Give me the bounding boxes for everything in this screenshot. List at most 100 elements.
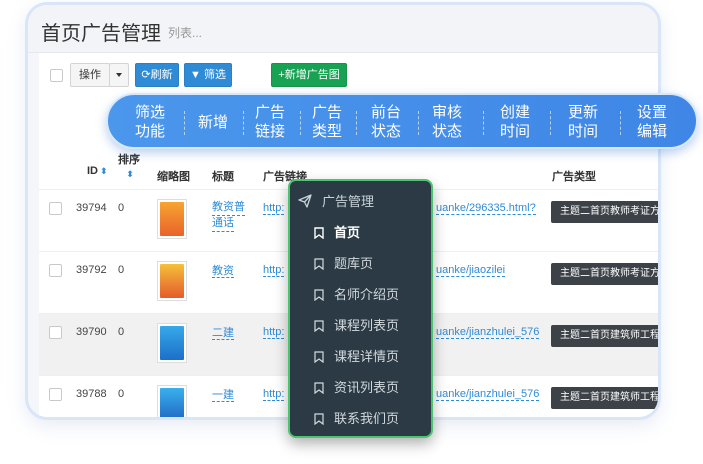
menu-item-home[interactable]: 首页	[314, 222, 360, 241]
feature-ad-link: 广告 链接	[248, 103, 292, 141]
feature-line: 审核	[431, 104, 462, 121]
row-sort: 0	[118, 202, 125, 214]
row-thumbnail[interactable]	[157, 385, 187, 417]
feature-line: 编辑	[636, 123, 667, 140]
row-link-prefix[interactable]: http:	[263, 202, 285, 215]
row-sort: 0	[118, 388, 125, 400]
filter-label: 筛选	[203, 69, 226, 81]
menu-item-course-detail[interactable]: 课程详情页	[314, 346, 399, 365]
caret-down-icon	[116, 73, 122, 78]
col-id[interactable]: ID ⬍	[87, 165, 108, 177]
feature-created-time: 创建 时间	[493, 103, 537, 141]
divider	[550, 111, 551, 135]
menu-item-label: 资讯列表页	[334, 380, 400, 395]
row-title-line: 一建	[212, 389, 234, 402]
divider	[300, 111, 301, 135]
feature-line: 前台	[370, 104, 401, 121]
divider	[620, 111, 621, 135]
select-all-checkbox[interactable]	[50, 69, 63, 82]
bookmark-icon	[314, 413, 324, 425]
filter-button[interactable]: ▼ 筛选	[184, 63, 232, 87]
row-thumbnail[interactable]	[157, 199, 187, 239]
feature-line: 时间	[567, 123, 598, 140]
feature-line: 状态	[431, 123, 462, 140]
row-title-line: 教资普	[212, 200, 245, 216]
feature-front-status: 前台 状态	[364, 103, 408, 141]
feature-line: 广告	[311, 104, 342, 121]
row-title[interactable]: 教资普 通话	[212, 200, 245, 232]
row-link[interactable]: uanke/jiaozilei	[436, 264, 506, 277]
feature-line: 筛选	[134, 104, 165, 121]
sort-icon: ⬍	[100, 166, 108, 176]
col-id-label: ID	[87, 165, 98, 177]
row-link[interactable]: uanke/296335.html?	[436, 202, 536, 215]
divider	[184, 111, 185, 135]
menu-item-label: 题库页	[334, 256, 374, 271]
page-title: 首页广告管理	[41, 23, 161, 45]
menu-item-label: 课程详情页	[334, 349, 400, 364]
page-header: 首页广告管理 列表...	[28, 5, 658, 53]
page-subtitle: 列表...	[168, 26, 203, 40]
refresh-label: 刷新	[150, 69, 173, 81]
row-thumbnail[interactable]	[157, 261, 187, 301]
divider	[356, 111, 357, 135]
bookmark-icon	[314, 382, 324, 394]
bookmark-icon	[314, 258, 324, 270]
add-ad-label: 新增广告图	[284, 69, 340, 81]
row-link[interactable]: uanke/jianzhulei_576	[436, 326, 540, 339]
row-title-line: 教资	[212, 265, 234, 278]
menu-header-label: 广告管理	[322, 194, 375, 209]
row-link[interactable]: uanke/jianzhulei_576	[436, 388, 540, 401]
row-checkbox[interactable]	[49, 264, 62, 277]
feature-updated-time: 更新 时间	[561, 103, 605, 141]
col-thumb: 缩略图	[157, 171, 190, 183]
row-title-line: 通话	[212, 216, 234, 232]
row-link-prefix[interactable]: http:	[263, 264, 285, 277]
bookmark-icon	[314, 351, 324, 363]
refresh-button[interactable]: ⟳刷新	[135, 63, 179, 87]
feature-callout-bar: 筛选功能 新增 广告链接 广告 类型 前台 状态 审核状态 创建 时间 更新 时间 设置…	[106, 93, 698, 149]
row-sort: 0	[118, 326, 125, 338]
feature-line: 链接	[254, 123, 285, 140]
row-id: 39792	[76, 264, 107, 276]
menu-item-contact[interactable]: 联系我们页	[314, 408, 399, 427]
menu-item-news-list[interactable]: 资讯列表页	[314, 377, 399, 396]
row-checkbox[interactable]	[49, 326, 62, 339]
menu-item-label: 课程列表页	[334, 318, 400, 333]
row-title[interactable]: 二建	[212, 324, 234, 340]
divider	[418, 111, 419, 135]
menu-item-course-list[interactable]: 课程列表页	[314, 315, 399, 334]
action-dropdown-toggle[interactable]	[109, 63, 129, 87]
filter-icon: ▼	[190, 69, 201, 81]
row-link-prefix[interactable]: http:	[263, 326, 285, 339]
divider	[483, 111, 484, 135]
feature-line: 时间	[499, 123, 530, 140]
row-type-tag: 主题二首页建筑师工程	[551, 325, 658, 347]
feature-settings-edit: 设置 编辑	[630, 103, 674, 141]
menu-item-label: 联系我们页	[334, 411, 400, 426]
col-title: 标题	[212, 171, 234, 183]
row-title[interactable]: 一建	[212, 386, 234, 402]
row-link-prefix[interactable]: http:	[263, 388, 285, 401]
row-type-tag: 主题二首页建筑师工程	[551, 387, 658, 409]
feature-add: 新增	[191, 113, 235, 132]
feature-line: 广告	[254, 104, 285, 121]
row-title-line: 二建	[212, 327, 234, 340]
menu-item-question-bank[interactable]: 题库页	[314, 253, 373, 272]
menu-item-teachers[interactable]: 名师介绍页	[314, 284, 399, 303]
bookmark-icon	[314, 289, 324, 301]
row-thumbnail[interactable]	[157, 323, 187, 363]
bookmark-icon	[314, 227, 324, 239]
row-checkbox[interactable]	[49, 202, 62, 215]
row-id: 39794	[76, 202, 107, 214]
feature-line: 功能	[134, 123, 165, 140]
menu-item-label: 首页	[334, 225, 361, 240]
row-title[interactable]: 教资	[212, 262, 234, 278]
row-checkbox[interactable]	[49, 388, 62, 401]
add-ad-button[interactable]: +新增广告图	[271, 63, 347, 87]
row-sort: 0	[118, 264, 125, 276]
action-button[interactable]: 操作	[70, 63, 110, 87]
row-id: 39788	[76, 388, 107, 400]
col-sort[interactable]: 排序 ⬍	[118, 151, 140, 180]
feature-ad-type: 广告 类型	[305, 103, 349, 141]
